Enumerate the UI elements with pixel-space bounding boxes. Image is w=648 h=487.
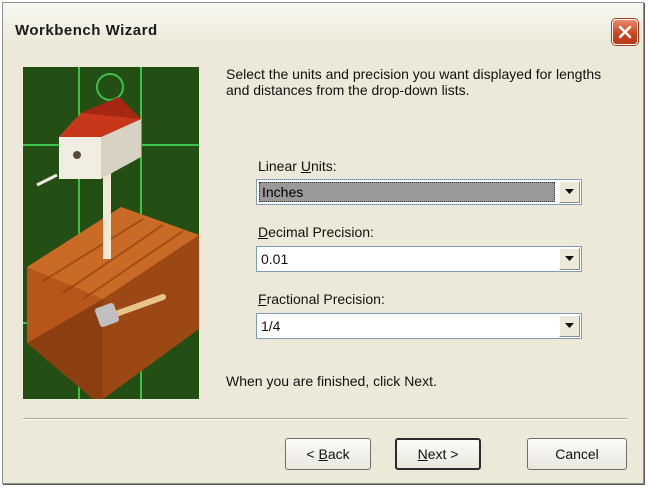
fractional-precision-value: 1/4	[261, 318, 281, 334]
finish-instruction: When you are finished, click Next.	[226, 373, 437, 389]
title-bar[interactable]: Workbench Wizard	[3, 3, 643, 45]
wizard-illustration	[23, 67, 199, 399]
fractional-precision-label: Fractional Precision:	[258, 291, 385, 307]
chevron-down-icon	[565, 256, 574, 261]
linear-units-value: Inches	[259, 182, 555, 202]
decimal-precision-label: Decimal Precision:	[258, 224, 374, 240]
cancel-button[interactable]: Cancel	[527, 438, 627, 470]
intro-text: Select the units and precision you want …	[226, 66, 602, 98]
chevron-down-icon	[565, 189, 574, 194]
linear-units-dropdown[interactable]: Inches	[256, 179, 582, 205]
workbench-house-illustration	[23, 67, 199, 399]
decimal-precision-value: 0.01	[261, 251, 289, 267]
fractional-precision-dropdown[interactable]: 1/4	[256, 313, 582, 339]
linear-units-label: Linear Units:	[258, 158, 337, 174]
close-icon	[618, 25, 632, 39]
chevron-down-icon	[565, 323, 574, 328]
close-button[interactable]	[612, 19, 638, 45]
next-button[interactable]: Next >	[395, 438, 481, 470]
button-separator	[23, 418, 627, 420]
decimal-precision-dropdown-button[interactable]	[559, 248, 580, 270]
window-title: Workbench Wizard	[15, 22, 158, 39]
fractional-precision-dropdown-button[interactable]	[559, 315, 580, 337]
decimal-precision-dropdown[interactable]: 0.01	[256, 246, 582, 272]
linear-units-dropdown-button[interactable]	[559, 181, 580, 203]
back-button[interactable]: < Back	[285, 438, 371, 470]
